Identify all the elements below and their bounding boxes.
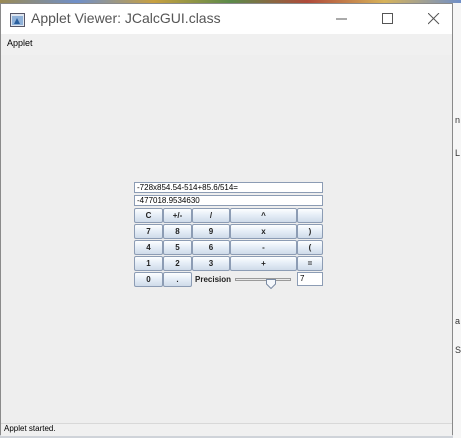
precision-label: Precision [195, 275, 232, 284]
status-text: Applet started. [4, 424, 56, 433]
decimal-button[interactable]: . [163, 272, 192, 287]
blank-button[interactable] [297, 208, 323, 223]
digit-8-button[interactable]: 8 [163, 224, 192, 239]
result-field[interactable]: -477018.9534630 [134, 195, 323, 206]
clear-button[interactable]: C [134, 208, 163, 223]
background-fragment: L [455, 148, 461, 158]
applet-viewer-window: Applet Viewer: JCalcGUI.class Applet -72… [0, 3, 453, 436]
minimize-button[interactable] [319, 4, 365, 34]
background-fragment: n [455, 115, 461, 125]
digit-5-button[interactable]: 5 [163, 240, 192, 255]
java-app-icon [10, 12, 25, 27]
status-bar: Applet started. [1, 423, 452, 436]
divide-button[interactable]: / [192, 208, 230, 223]
negate-button[interactable]: +/- [163, 208, 192, 223]
window-title: Applet Viewer: JCalcGUI.class [31, 10, 221, 26]
digit-7-button[interactable]: 7 [134, 224, 163, 239]
precision-field[interactable]: 7 [297, 272, 323, 286]
digit-9-button[interactable]: 9 [192, 224, 230, 239]
digit-2-button[interactable]: 2 [163, 256, 192, 271]
menu-applet[interactable]: Applet [7, 38, 33, 48]
digit-3-button[interactable]: 3 [192, 256, 230, 271]
equals-button[interactable]: = [297, 256, 323, 271]
add-button[interactable]: + [230, 256, 297, 271]
calculator: -728x854.54-514+85.6/514= -477018.953463… [134, 182, 324, 300]
precision-slider-track[interactable] [235, 278, 291, 281]
power-button[interactable]: ^ [230, 208, 297, 223]
expression-field[interactable]: -728x854.54-514+85.6/514= [134, 182, 323, 193]
close-button[interactable] [411, 4, 457, 34]
title-bar[interactable]: Applet Viewer: JCalcGUI.class [1, 4, 452, 34]
background-window [453, 3, 461, 438]
background-fragment: S [455, 345, 461, 355]
digit-6-button[interactable]: 6 [192, 240, 230, 255]
digit-1-button[interactable]: 1 [134, 256, 163, 271]
maximize-button[interactable] [365, 4, 411, 34]
close-paren-button[interactable]: ) [297, 224, 323, 239]
digit-0-button[interactable]: 0 [134, 272, 163, 287]
subtract-button[interactable]: - [230, 240, 297, 255]
digit-4-button[interactable]: 4 [134, 240, 163, 255]
applet-content-area: -728x854.54-514+85.6/514= -477018.953463… [1, 55, 452, 423]
menu-bar: Applet [1, 34, 452, 55]
open-paren-button[interactable]: ( [297, 240, 323, 255]
background-fragment: a [455, 316, 461, 326]
multiply-button[interactable]: x [230, 224, 297, 239]
precision-slider-thumb[interactable] [266, 274, 277, 290]
